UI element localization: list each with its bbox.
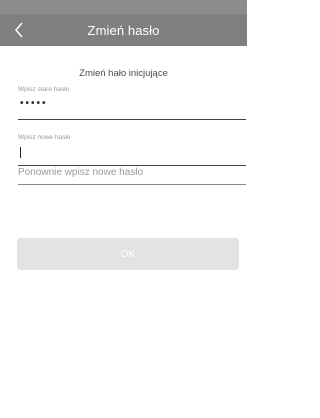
- top-bar: Zmień hasło: [0, 14, 247, 46]
- form-heading: Zmień hało inicjujące: [79, 68, 168, 79]
- back-button[interactable]: [8, 14, 30, 46]
- old-password-value: •••••: [20, 98, 48, 109]
- confirm-password-field[interactable]: Ponownie wpisz nowe hasło: [18, 167, 246, 187]
- change-password-form: Zmień hało inicjujące Wpisz stare hasło …: [0, 46, 247, 418]
- confirm-password-placeholder: Ponownie wpisz nowe hasło: [18, 167, 144, 178]
- old-password-underline: [18, 119, 246, 120]
- chevron-left-icon: [14, 22, 24, 38]
- page-title: Zmień hasło: [87, 22, 160, 38]
- text-cursor: [20, 147, 21, 158]
- new-password-field[interactable]: Wpisz nowe hasło: [18, 134, 246, 170]
- confirm-password-underline: [18, 184, 246, 185]
- ok-button[interactable]: OK: [17, 238, 239, 270]
- new-password-label: Wpisz nowe hasło: [18, 134, 71, 141]
- old-password-field[interactable]: Wpisz stare hasło •••••: [18, 86, 246, 122]
- old-password-label: Wpisz stare hasło: [18, 86, 70, 93]
- new-password-underline: [18, 165, 246, 166]
- status-bar: [0, 0, 247, 14]
